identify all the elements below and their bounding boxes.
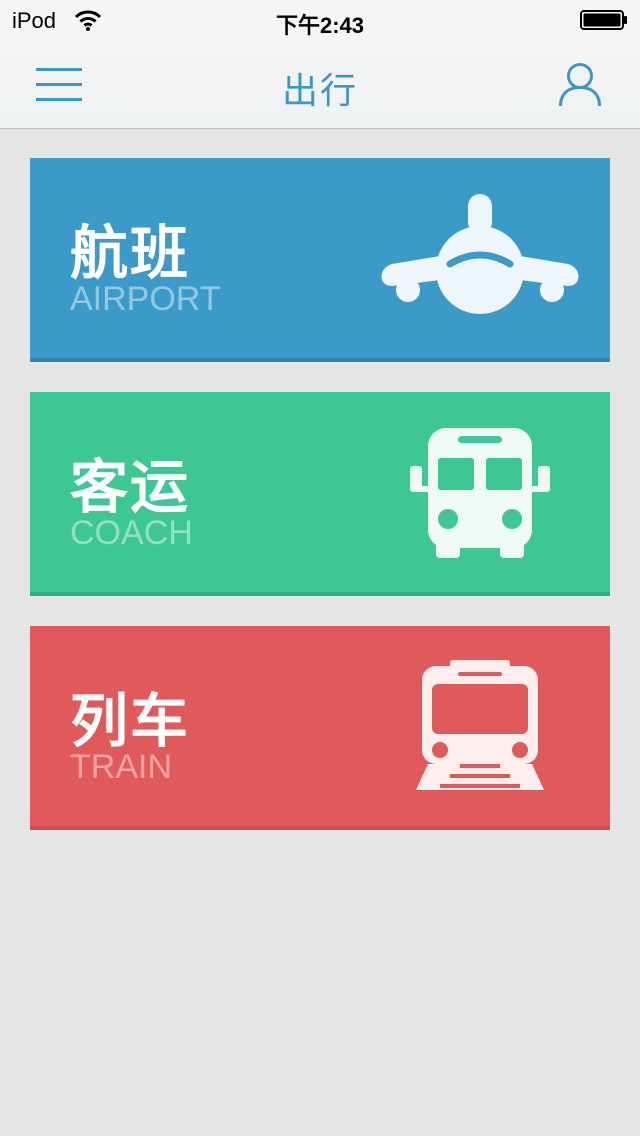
bus-icon: [410, 428, 550, 558]
coach-card[interactable]: 客运 COACH: [30, 392, 610, 596]
card-subtitle: TRAIN: [70, 748, 172, 786]
train-card[interactable]: 列车 TRAIN: [30, 626, 610, 830]
card-subtitle: AIRPORT: [70, 280, 221, 318]
status-bar: iPod 下午2:43: [0, 0, 640, 40]
airplane-icon: [381, 194, 579, 314]
card-bottom-border: [30, 358, 610, 362]
navigation-bar: 出行: [0, 40, 640, 129]
user-profile-icon[interactable]: [558, 62, 602, 108]
card-bottom-border: [30, 826, 610, 830]
battery-icon: [580, 10, 627, 30]
card-subtitle: COACH: [70, 514, 193, 552]
train-icon: [416, 660, 544, 790]
airport-card[interactable]: 航班 AIRPORT: [30, 158, 610, 362]
status-time: 下午2:43: [275, 13, 365, 38]
card-title: 客运: [70, 453, 191, 521]
card-title: 列车: [70, 687, 191, 755]
card-bottom-border: [30, 592, 610, 596]
page-title: 出行: [281, 70, 358, 111]
card-title: 航班: [70, 219, 191, 287]
